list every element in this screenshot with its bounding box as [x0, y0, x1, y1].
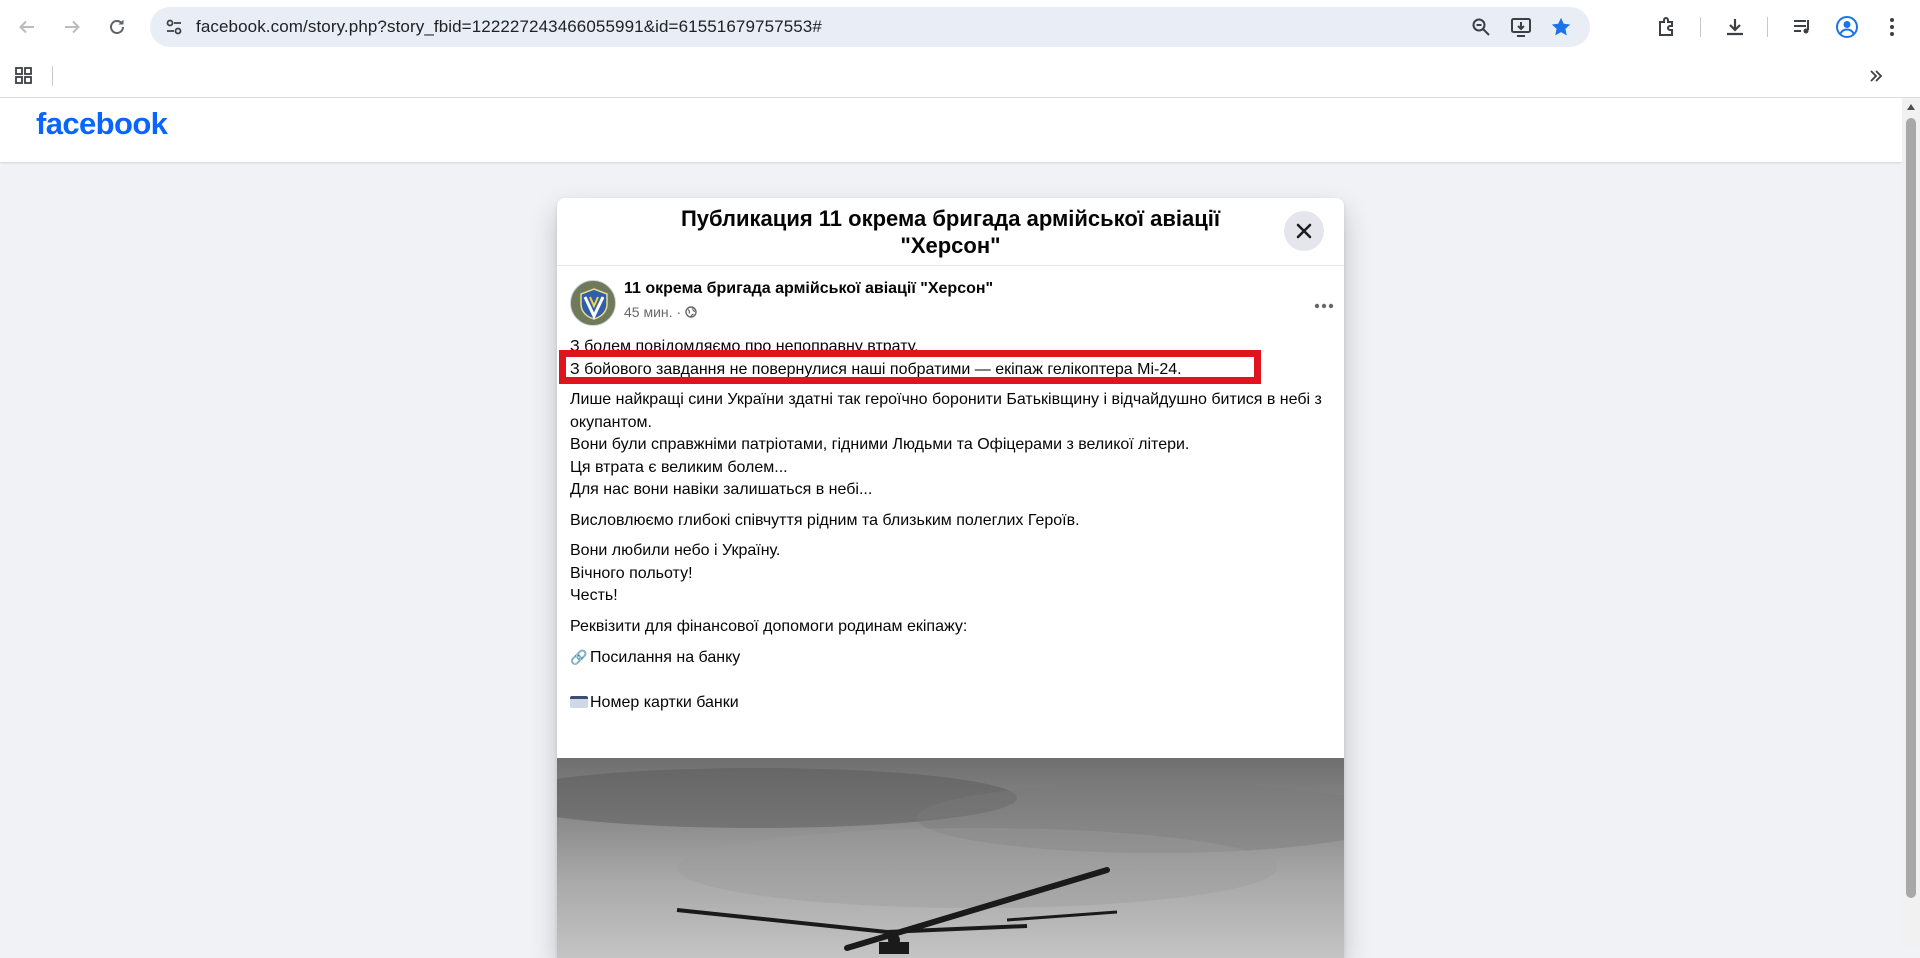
bookmarks-divider [52, 66, 53, 86]
browser-toolbar: facebook.com/story.php?story_fbid=122227… [0, 0, 1920, 54]
arrow-right-icon [65, 20, 80, 34]
post-meta: 45 мин. · [624, 304, 697, 320]
site-info-icon[interactable] [162, 15, 186, 39]
bookmarks-bar [0, 54, 1920, 98]
post-line: Для нас вони навіки залишаться в небі... [570, 481, 873, 498]
facebook-header: facebook [0, 98, 1902, 162]
scroll-thumb[interactable] [1906, 118, 1916, 898]
extensions-icon[interactable] [1651, 11, 1683, 43]
back-button[interactable] [10, 10, 44, 44]
url-text[interactable]: facebook.com/story.php?story_fbid=122227… [196, 7, 822, 47]
bookmark-star-icon[interactable] [1548, 15, 1574, 39]
post-author-row: 11 окрема бригада армійської авіації "Хе… [570, 280, 1334, 330]
author-avatar[interactable] [570, 280, 616, 326]
author-name[interactable]: 11 окрема бригада армійської авіації "Хе… [624, 280, 993, 298]
profile-icon[interactable] [1831, 11, 1863, 43]
helicopter-silhouette-icon [557, 768, 1344, 954]
post-options-button[interactable] [1306, 288, 1342, 324]
menu-kebab-icon[interactable] [1876, 11, 1908, 43]
post-modal: Публикация 11 окрема бригада армійської … [557, 198, 1344, 958]
bank-link-line[interactable]: 🔗 Посилання на банку [570, 646, 1330, 670]
post-line: Висловлюємо глибокі співчуття рідним та … [570, 511, 1080, 529]
arrow-left-icon [19, 20, 34, 34]
more-horizontal-icon [1314, 303, 1334, 309]
apps-grid-icon[interactable] [14, 66, 34, 86]
close-icon [1296, 223, 1312, 239]
zoom-icon[interactable] [1468, 15, 1494, 39]
address-bar[interactable]: facebook.com/story.php?story_fbid=122227… [150, 7, 1590, 47]
post-photo-helicopter[interactable] [557, 758, 1344, 958]
reload-button[interactable] [100, 10, 134, 44]
forward-button[interactable] [55, 10, 89, 44]
bank-link-text[interactable]: Посилання на банку [590, 649, 740, 666]
post-line: Лише найкращі сини України здатні так ге… [570, 391, 1322, 431]
meta-separator: · [676, 304, 682, 320]
card-number-text: Номер картки банки [590, 693, 739, 711]
downloads-icon[interactable] [1719, 11, 1751, 43]
post-line: Вічного польоту! [570, 564, 693, 582]
link-icon: 🔗 [570, 649, 588, 665]
globe-icon [685, 306, 697, 318]
post-line: Реквізити для фінансової допомоги родина… [570, 617, 968, 635]
card-number-line: Номер картки банки [570, 692, 1330, 715]
credit-card-icon [570, 695, 588, 708]
post-line-highlighted: З бойового завдання не повернулися наші … [570, 360, 1182, 378]
install-app-icon[interactable] [1508, 15, 1534, 39]
modal-header: Публикация 11 окрема бригада армійської … [557, 198, 1344, 266]
facebook-logo[interactable]: facebook [36, 106, 168, 142]
media-controls-icon[interactable] [1786, 11, 1818, 43]
post-text: З болем повідомляємо про непоправну втра… [559, 336, 1330, 722]
post-line: Честь! [570, 587, 618, 604]
close-button[interactable] [1284, 211, 1324, 251]
chevron-double-right-icon[interactable] [1864, 64, 1888, 88]
toolbar-divider [1700, 17, 1701, 37]
post-line: Вони любили небо і Україну. [570, 542, 781, 559]
page-scrollbar[interactable] [1902, 98, 1920, 946]
post-line: Ця втрата є великим болем... [570, 458, 788, 476]
post-time[interactable]: 45 мин. [624, 304, 673, 320]
scroll-up-arrow-icon[interactable] [1907, 104, 1915, 110]
reload-icon [110, 19, 124, 34]
modal-title: Публикация 11 окрема бригада армійської … [680, 206, 1221, 258]
post-line: З болем повідомляємо про непоправну втра… [570, 338, 919, 355]
toolbar-divider [1767, 17, 1768, 37]
post-line: Вони були справжніми патріотами, гідними… [570, 436, 1190, 453]
